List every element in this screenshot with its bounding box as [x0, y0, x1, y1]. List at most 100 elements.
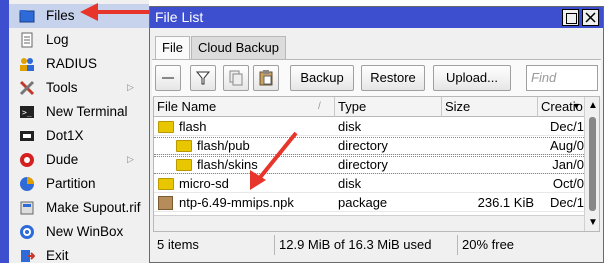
column-header-type[interactable]: Type: [335, 97, 442, 117]
sidebar-item-partition[interactable]: Partition: [9, 172, 149, 196]
tab-file[interactable]: File: [155, 36, 190, 60]
horizontal-scrollbar[interactable]: [154, 215, 584, 231]
exit-icon: [21, 250, 35, 262]
file-name: flash: [179, 119, 207, 134]
file-created: Dec/1: [550, 195, 584, 210]
copy-button[interactable]: [223, 65, 249, 91]
filter-button[interactable]: [190, 65, 216, 91]
sidebar-item-label: Files: [46, 8, 75, 23]
file-size: [444, 156, 534, 174]
window-title-bar[interactable]: File List: [150, 7, 603, 28]
sidebar-item-dot1x[interactable]: Dot1X: [9, 124, 149, 148]
sidebar-item-tools[interactable]: Tools ▷: [9, 76, 149, 100]
sidebar-item-label: RADIUS: [46, 56, 98, 71]
file-name: flash/skins: [197, 157, 258, 172]
file-size: [444, 137, 534, 155]
sidebar-item-log[interactable]: Log: [9, 28, 149, 52]
file-name: flash/pub: [197, 138, 250, 153]
submenu-arrow-icon: ▷: [127, 154, 134, 164]
users-icon: [20, 58, 34, 71]
status-item-count: 5 items: [153, 235, 275, 255]
folder-icon: [158, 178, 174, 190]
sidebar-menu: Files Log RADIUS Tools ▷ >_ New Terminal…: [9, 0, 149, 263]
file-name: micro-sd: [179, 176, 229, 191]
file-list-window: File List File Cloud Backup Backup Resto…: [149, 6, 604, 263]
file-size: [444, 118, 534, 136]
filter-icon: [195, 71, 211, 85]
scroll-down-icon[interactable]: ▼: [587, 217, 599, 228]
table-row[interactable]: flash disk Dec/1: [154, 118, 584, 136]
file-table: File Name / Type Size Creatio ▼ flash di…: [153, 96, 600, 232]
status-free-space: 20% free: [462, 237, 515, 252]
winbox-icon: [20, 225, 34, 239]
file-created: Jan/0: [552, 157, 584, 172]
file-type: directory: [338, 157, 388, 172]
backup-button[interactable]: Backup: [290, 65, 354, 91]
main-window-edge: [0, 0, 9, 263]
sidebar-item-new-terminal[interactable]: >_ New Terminal: [9, 100, 149, 124]
tools-icon: [19, 80, 35, 96]
file-type: package: [338, 195, 388, 210]
svg-text:>_: >_: [22, 108, 32, 117]
paste-icon: [259, 70, 273, 86]
notepad-icon: [21, 32, 33, 48]
sort-indicator-icon: /: [318, 101, 321, 112]
partition-icon: [20, 177, 34, 191]
sidebar-item-dude[interactable]: Dude ▷: [9, 148, 149, 172]
restore-button[interactable]: Restore: [361, 65, 425, 91]
file-size: [444, 175, 534, 193]
folder-icon: [19, 10, 35, 23]
table-row[interactable]: flash/skins directory Jan/0: [154, 156, 584, 174]
folder-icon: [176, 159, 192, 171]
file-created: Dec/1: [550, 119, 584, 134]
column-header-file-name[interactable]: File Name: [154, 97, 335, 117]
restore-window-button[interactable]: [562, 9, 579, 26]
close-icon: [585, 12, 596, 23]
sidebar-item-label: Tools: [46, 80, 78, 95]
submenu-arrow-icon: ▷: [127, 82, 134, 92]
sidebar-item-label: Log: [46, 32, 69, 47]
folder-icon: [158, 121, 174, 133]
sidebar-item-make-supout[interactable]: Make Supout.rif: [9, 196, 149, 220]
supout-icon: [20, 201, 34, 215]
sidebar-item-files[interactable]: Files: [9, 4, 149, 28]
tab-cloud-backup[interactable]: Cloud Backup: [191, 36, 286, 60]
minus-icon: [162, 77, 174, 79]
remove-button[interactable]: [155, 65, 181, 91]
column-header-size[interactable]: Size: [442, 97, 538, 117]
sidebar-item-label: Dot1X: [46, 128, 84, 143]
terminal-icon: >_: [20, 106, 34, 118]
table-row[interactable]: flash/pub directory Aug/0: [154, 137, 584, 155]
sidebar-item-label: New Terminal: [46, 104, 128, 119]
dude-icon: [20, 153, 34, 167]
copy-icon: [229, 70, 243, 86]
close-window-button[interactable]: [582, 9, 599, 26]
sidebar-item-label: New WinBox: [46, 224, 124, 239]
sidebar-item-label: Exit: [46, 248, 69, 263]
scroll-thumb[interactable]: [589, 117, 596, 211]
file-type: directory: [338, 138, 388, 153]
file-created: Aug/0: [550, 138, 584, 153]
sidebar-item-exit[interactable]: Exit: [9, 244, 149, 268]
sidebar-item-new-winbox[interactable]: New WinBox: [9, 220, 149, 244]
sidebar-item-label: Make Supout.rif: [46, 200, 141, 215]
column-menu-icon[interactable]: ▼: [572, 101, 581, 111]
sidebar-item-label: Partition: [46, 176, 96, 191]
upload-button[interactable]: Upload...: [433, 65, 511, 91]
window-title: File List: [155, 9, 204, 25]
paste-button[interactable]: [253, 65, 279, 91]
table-row[interactable]: ntp-6.49-mmips.npk package 236.1 KiB Dec…: [154, 194, 584, 212]
status-disk-usage: 12.9 MiB of 16.3 MiB used: [275, 235, 458, 255]
table-row[interactable]: micro-sd disk Oct/0: [154, 175, 584, 193]
dot1x-icon: [20, 131, 34, 141]
file-size: 236.1 KiB: [477, 195, 534, 210]
sidebar-item-label: Dude: [46, 152, 79, 167]
sidebar-item-radius[interactable]: RADIUS: [9, 52, 149, 76]
package-icon: [158, 196, 173, 210]
folder-icon: [176, 140, 192, 152]
find-input[interactable]: Find: [526, 65, 598, 91]
scroll-up-icon[interactable]: ▲: [587, 100, 599, 111]
file-type: disk: [338, 119, 362, 134]
vertical-scrollbar[interactable]: ▲ ▼: [584, 97, 599, 231]
file-created: Oct/0: [552, 176, 584, 191]
